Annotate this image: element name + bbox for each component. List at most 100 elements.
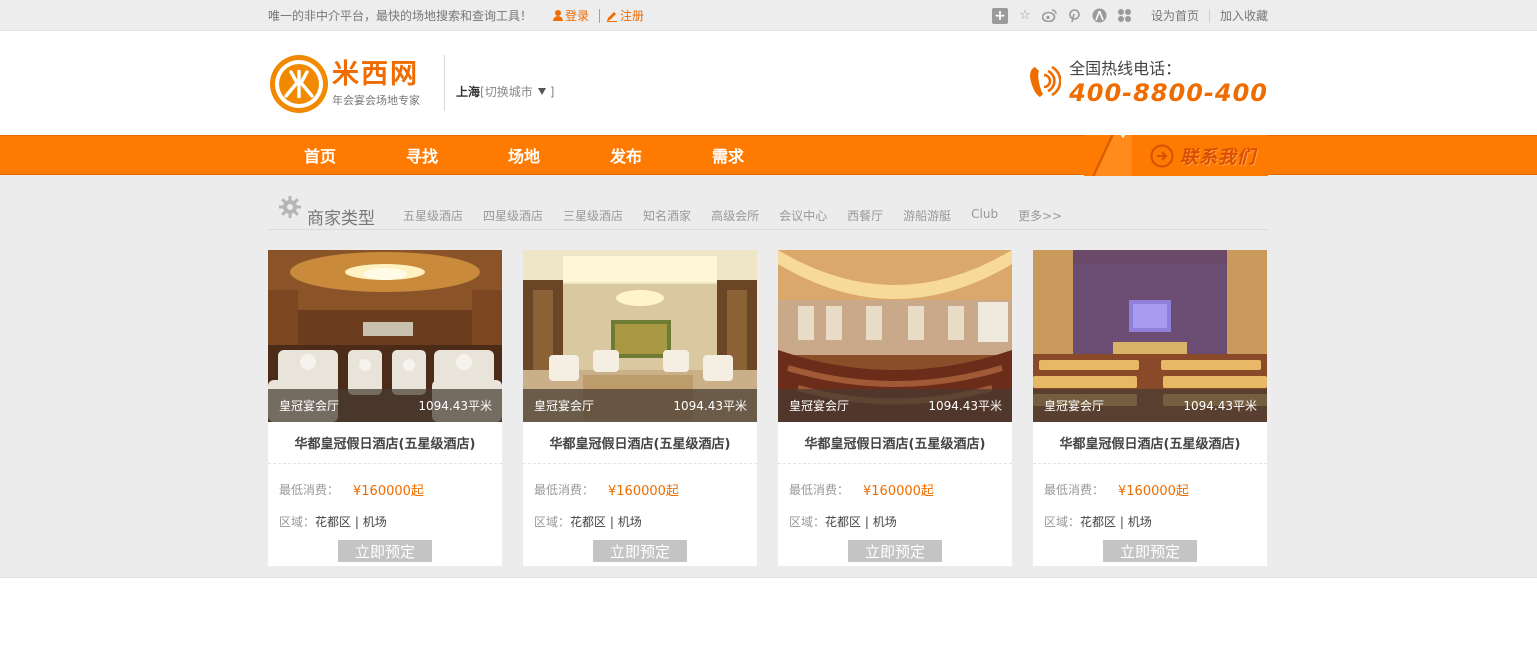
venue-name[interactable]: 华都皇冠假日酒店(五星级酒店) (1033, 422, 1267, 464)
caret-down-icon (537, 88, 546, 95)
city-switcher[interactable]: 上海 [切换城市 ] (456, 83, 554, 100)
login-link[interactable]: 登录 (552, 7, 589, 24)
venue-card-list: 皇冠宴会厅 1094.43平米 华都皇冠假日酒店(五星级酒店) 最低消费： ¥1… (268, 250, 1268, 566)
price-label: 最低消费： (789, 483, 850, 497)
region-label: 区域： (279, 515, 316, 529)
site-header: 米西网 年会宴会场地专家 上海 [切换城市 ] 全国热线电话： 400-8800… (0, 31, 1537, 135)
site-slogan: 唯一的非中介平台，最快的场地搜索和查询工具！ (268, 9, 533, 23)
category-item[interactable]: 五星级酒店 (403, 207, 463, 224)
weibo-icon[interactable] (1042, 8, 1058, 24)
nav-item-demand[interactable]: 需求 (676, 143, 778, 167)
top-right-tools: + ☆ 设为首页 加入收藏 (991, 0, 1268, 31)
nav-item-publish[interactable]: 发布 (574, 143, 676, 167)
region-row: 区域： 花都区 | 机场 (523, 513, 757, 530)
contact-us-label: 联系我们 (1180, 146, 1256, 168)
book-now-button[interactable]: 立即预定 (848, 540, 942, 562)
category-more-link[interactable]: 更多>> (1018, 207, 1062, 224)
category-item[interactable]: Club (971, 207, 998, 224)
kaixin-icon[interactable] (1117, 8, 1133, 24)
category-item[interactable]: 高级会所 (711, 207, 759, 224)
person-icon (552, 9, 564, 22)
price-value: ¥160000起 (863, 484, 934, 499)
logo-name: 米西网 (332, 59, 419, 90)
region-row: 区域： 花都区 | 机场 (268, 513, 502, 530)
auth-links: 登录 注册 (552, 7, 644, 24)
set-home-link[interactable]: 设为首页 (1151, 7, 1199, 24)
hall-name: 皇冠宴会厅 (789, 399, 850, 413)
register-label: 注册 (620, 9, 645, 23)
notch-marker (1120, 134, 1126, 138)
divider (599, 8, 601, 23)
nav-item-venues[interactable]: 场地 (472, 143, 574, 167)
venue-caption: 皇冠宴会厅 1094.43平米 (778, 389, 1012, 422)
region-value: 花都区 | 机场 (825, 515, 897, 529)
city-bracket: ] (549, 84, 555, 99)
price-row: 最低消费： ¥160000起 (268, 480, 502, 499)
hall-name: 皇冠宴会厅 (534, 399, 595, 413)
venue-card[interactable]: 皇冠宴会厅 1094.43平米 华都皇冠假日酒店(五星级酒店) 最低消费： ¥1… (268, 250, 502, 566)
pinterest-icon[interactable] (1067, 8, 1083, 24)
category-item[interactable]: 西餐厅 (847, 207, 883, 224)
price-row: 最低消费： ¥160000起 (778, 480, 1012, 499)
category-item[interactable]: 知名酒家 (643, 207, 691, 224)
category-bar: 商家类型 五星级酒店 四星级酒店 三星级酒店 知名酒家 高级会所 会议中心 西餐… (268, 195, 1268, 230)
book-now-button[interactable]: 立即预定 (338, 540, 432, 562)
region-value: 花都区 | 机场 (1080, 515, 1152, 529)
region-row: 区域： 花都区 | 机场 (778, 513, 1012, 530)
venue-card[interactable]: 皇冠宴会厅 1094.43平米 华都皇冠假日酒店(五星级酒店) 最低消费： ¥1… (523, 250, 757, 566)
site-logo[interactable]: 米西网 年会宴会场地专家 (270, 55, 420, 113)
main-nav: 首页 寻找 场地 发布 需求 联系我们 (0, 134, 1537, 176)
divider (444, 55, 445, 111)
hall-name: 皇冠宴会厅 (279, 399, 340, 413)
venue-photo[interactable]: 皇冠宴会厅 1094.43平米 (268, 250, 502, 422)
plus-icon[interactable]: + (991, 7, 1008, 24)
nav-item-home[interactable]: 首页 (268, 143, 370, 167)
venue-caption: 皇冠宴会厅 1094.43平米 (1033, 389, 1267, 422)
price-row: 最低消费： ¥160000起 (1033, 480, 1267, 499)
content-area: 商家类型 五星级酒店 四星级酒店 三星级酒店 知名酒家 高级会所 会议中心 西餐… (0, 175, 1537, 578)
venue-name[interactable]: 华都皇冠假日酒店(五星级酒店) (778, 422, 1012, 464)
switch-city-link[interactable]: [切换城市 (480, 83, 533, 100)
region-value: 花都区 | 机场 (570, 515, 642, 529)
category-title: 商家类型 (307, 208, 375, 229)
venue-photo[interactable]: 皇冠宴会厅 1094.43平米 (523, 250, 757, 422)
contact-us-button[interactable]: 联系我们 (1084, 134, 1268, 176)
logo-tagline: 年会宴会场地专家 (332, 94, 420, 107)
venue-photo[interactable]: 皇冠宴会厅 1094.43平米 (778, 250, 1012, 422)
current-city: 上海 (456, 85, 481, 99)
venue-card[interactable]: 皇冠宴会厅 1094.43平米 华都皇冠假日酒店(五星级酒店) 最低消费： ¥1… (1033, 250, 1267, 566)
top-bar: 唯一的非中介平台，最快的场地搜索和查询工具！ 登录 注册 + ☆ 设为首页 加入… (0, 0, 1537, 31)
hotline-number: 400-8800-400 (1069, 79, 1268, 107)
renren-icon[interactable] (1092, 8, 1108, 24)
venue-name[interactable]: 华都皇冠假日酒店(五星级酒店) (523, 422, 757, 464)
register-link[interactable]: 注册 (606, 7, 644, 24)
venue-caption: 皇冠宴会厅 1094.43平米 (523, 389, 757, 422)
price-label: 最低消费： (279, 483, 340, 497)
region-row: 区域： 花都区 | 机场 (1033, 513, 1267, 530)
add-favorite-link[interactable]: 加入收藏 (1220, 7, 1268, 24)
category-item[interactable]: 会议中心 (779, 207, 827, 224)
hall-area: 1094.43平米 (1183, 399, 1257, 413)
region-label: 区域： (789, 515, 826, 529)
hotline-label: 全国热线电话： (1069, 59, 1182, 78)
hall-area: 1094.43平米 (418, 399, 492, 413)
venue-caption: 皇冠宴会厅 1094.43平米 (268, 389, 502, 422)
venue-photo[interactable]: 皇冠宴会厅 1094.43平米 (1033, 250, 1267, 422)
top-links: 设为首页 加入收藏 (1151, 7, 1268, 24)
category-item[interactable]: 三星级酒店 (563, 207, 623, 224)
nav-item-search[interactable]: 寻找 (370, 143, 472, 167)
category-item[interactable]: 游船游艇 (903, 207, 951, 224)
venue-card[interactable]: 皇冠宴会厅 1094.43平米 华都皇冠假日酒店(五星级酒店) 最低消费： ¥1… (778, 250, 1012, 566)
region-label: 区域： (534, 515, 571, 529)
price-value: ¥160000起 (1118, 484, 1189, 499)
category-item[interactable]: 四星级酒店 (483, 207, 543, 224)
hall-area: 1094.43平米 (673, 399, 747, 413)
phone-icon (1030, 65, 1062, 97)
region-value: 花都区 | 机场 (315, 515, 387, 529)
gear-icon (279, 196, 301, 218)
star-icon[interactable]: ☆ (1017, 8, 1033, 24)
venue-name[interactable]: 华都皇冠假日酒店(五星级酒店) (268, 422, 502, 464)
book-now-button[interactable]: 立即预定 (593, 540, 687, 562)
book-now-button[interactable]: 立即预定 (1103, 540, 1197, 562)
price-row: 最低消费： ¥160000起 (523, 480, 757, 499)
